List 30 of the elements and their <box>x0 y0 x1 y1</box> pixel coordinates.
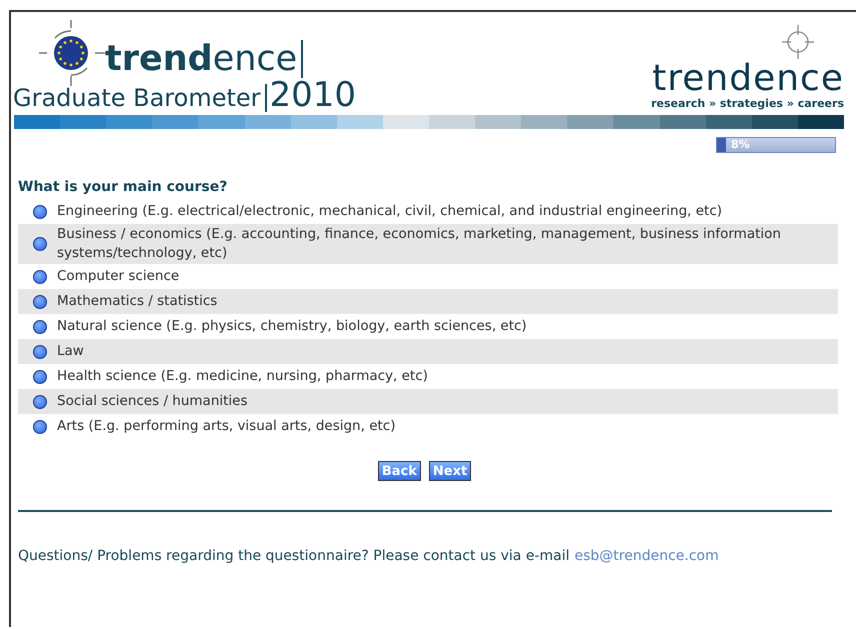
option-label: Mathematics / statistics <box>57 292 218 311</box>
radio-button[interactable] <box>33 294 47 308</box>
logo-text: trendence <box>105 40 304 78</box>
radio-button[interactable] <box>33 204 47 218</box>
radio-button[interactable] <box>33 344 47 358</box>
year-text: 2010 <box>270 78 356 112</box>
back-button[interactable]: Back <box>378 461 421 481</box>
option-label: Natural science (E.g. physics, chemistry, biology, earth sciences, etc) <box>57 317 527 336</box>
next-button[interactable]: Next <box>428 461 472 481</box>
radio-button[interactable] <box>33 420 47 434</box>
question-text: What is your main course? <box>18 179 228 195</box>
option-label: Health science (E.g. medicine, nursing, pharmacy, etc) <box>57 367 428 386</box>
radio-button[interactable] <box>33 394 47 408</box>
option-label: Computer science <box>57 267 180 286</box>
radio-button[interactable] <box>33 320 47 334</box>
radio-button[interactable] <box>33 370 47 384</box>
option-label: Social sciences / humanities <box>57 392 248 411</box>
email-link[interactable]: esb@trendence.com <box>574 548 719 564</box>
radio-button[interactable] <box>33 237 47 251</box>
option-label: Arts (E.g. performing arts, visual arts, design, etc) <box>57 417 396 436</box>
option-label: Business / economics (E.g. accounting, finance, economics, marketing, management, business information systems/technology, etc) <box>57 225 782 263</box>
brand-logo-text: trendence <box>652 61 844 97</box>
logo-subtitle: Graduate Barometer <box>13 84 267 112</box>
option-label: Engineering (E.g. electrical/electronic, mechanical, civil, chemical, and industrial engineering, etc) <box>57 202 722 221</box>
brand-tagline: research » strategies » careers <box>651 97 844 110</box>
footer-text: Questions/ Problems regarding the questionnaire? Please contact us via e-mail <box>18 548 570 564</box>
option-label: Law <box>57 342 84 361</box>
progress-label: 8% <box>731 138 750 152</box>
radio-button[interactable] <box>33 270 47 284</box>
crosshair-icon <box>782 25 814 59</box>
